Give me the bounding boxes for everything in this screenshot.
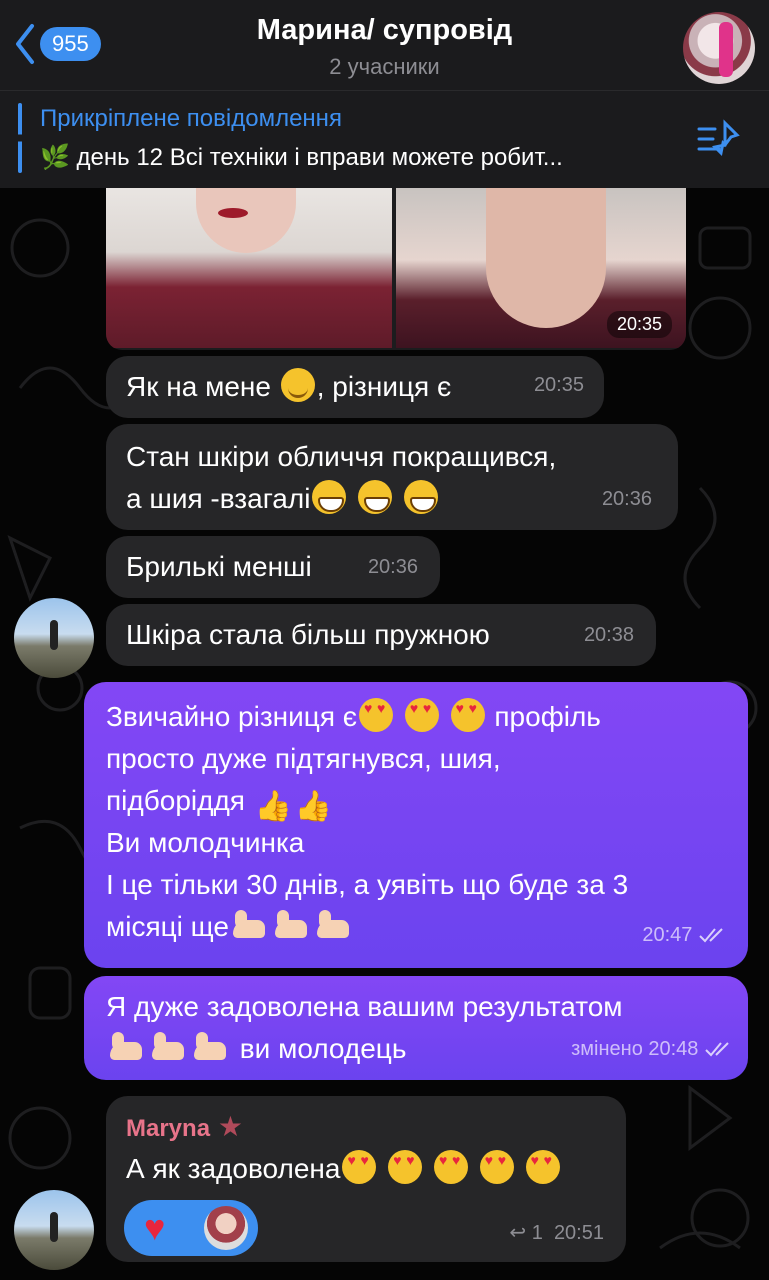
message-text: місяці ще (106, 911, 229, 942)
face-shape (196, 188, 296, 253)
sender-avatar[interactable] (14, 1190, 94, 1270)
outgoing-message[interactable]: Звичайно різниця є профіль просто дуже п… (84, 682, 748, 968)
pin-list-icon[interactable] (697, 119, 741, 159)
message-text: Як на мене (126, 371, 271, 402)
message-text: просто дуже підтягнувся, шия, (106, 743, 501, 774)
message-text: Я дуже задоволена вашим результатом (106, 991, 623, 1022)
outgoing-message[interactable]: Я дуже задоволена вашим результатом ви м… (84, 976, 748, 1080)
muscle-emoji-icon (108, 1030, 146, 1064)
muscle-emoji-icon (273, 908, 311, 942)
chat-header: 955 Марина/ супровід 2 учасники (0, 0, 769, 90)
heart-icon: ♥ (144, 1207, 166, 1248)
lips-shape (218, 208, 248, 218)
photo-before[interactable] (106, 188, 392, 348)
heart-eyes-emoji-icon (359, 698, 394, 732)
message-text: підборіддя (106, 785, 245, 816)
muscle-emoji-icon (231, 908, 269, 942)
message-status: 20:47 (642, 914, 728, 956)
message-text: А як задоволена (126, 1153, 341, 1184)
heart-eyes-emoji-icon (404, 698, 439, 732)
sender-avatar[interactable] (14, 598, 94, 678)
heart-eyes-emoji-icon (525, 1150, 560, 1184)
message-text: , різниця є (316, 371, 452, 402)
double-check-icon (699, 928, 723, 943)
muscle-emoji-icon (315, 908, 353, 942)
photo-message[interactable]: 20:35 (106, 188, 686, 350)
message-text: Стан шкіри обличчя покращився, (126, 441, 557, 472)
pinned-message-bar[interactable]: Прикріплене повідомлення 🌿 день 12 Всі т… (0, 90, 769, 188)
incoming-message[interactable]: Як на мене , різниця є 20:35 (106, 356, 604, 418)
reaction-pill[interactable]: ♥ (124, 1200, 258, 1256)
muscle-emoji-icon (192, 1030, 230, 1064)
reply-count: 1 (531, 1222, 543, 1244)
grin-emoji-icon (403, 480, 438, 514)
double-check-icon (705, 1042, 729, 1057)
message-time: 20:36 (601, 488, 652, 510)
grin-emoji-icon (358, 480, 393, 514)
pinned-label: Прикріплене повідомлення (40, 105, 342, 132)
heart-eyes-emoji-icon (434, 1150, 468, 1184)
message-time: 20:35 (533, 374, 584, 396)
muscle-emoji-icon (150, 1030, 188, 1064)
chat-avatar[interactable] (683, 12, 755, 84)
reply-arrow-icon: ↩ (509, 1222, 527, 1244)
message-time: 20:47 (642, 924, 693, 946)
grin-emoji-icon (312, 480, 347, 514)
message-text: Шкіра стала більш пружною (126, 619, 490, 650)
star-icon: ★ (217, 1111, 243, 1142)
reply-thread[interactable]: ↩ 1 20:51 (509, 1212, 604, 1254)
message-text: І це тільки 30 днів, а уявіть що буде за… (106, 869, 629, 900)
heart-eyes-emoji-icon (450, 698, 485, 732)
message-text: Ви молодчинка (106, 827, 305, 858)
reactor-avatar (204, 1206, 248, 1250)
smile-emoji-icon (280, 368, 315, 402)
thumbs-up-emoji-icon: 👍 (254, 790, 293, 823)
message-text: Брилькі менші (126, 551, 312, 582)
message-text: Звичайно різниця є (106, 701, 358, 732)
message-time: 20:51 (553, 1222, 604, 1244)
sender-name[interactable]: Maryna (126, 1115, 210, 1142)
incoming-message[interactable]: Стан шкіри обличчя покращився, а шия -вз… (106, 424, 678, 530)
heart-eyes-emoji-icon (388, 1150, 423, 1184)
message-time: змінено 20:48 (571, 1038, 699, 1060)
message-text: профіль (494, 701, 601, 732)
thumbs-up-emoji-icon: 👍 (294, 790, 333, 823)
message-status: змінено 20:48 (571, 1028, 734, 1070)
pinned-text: 🌿 день 12 Всі техніки і вправи можете ро… (40, 144, 563, 171)
chat-subtitle: 2 учасники (329, 54, 440, 79)
incoming-message[interactable]: Шкіра стала більш пружною 20:38 (106, 604, 656, 666)
neck-shape (486, 188, 606, 328)
message-time: 20:35 (606, 311, 672, 338)
heart-eyes-emoji-icon (342, 1150, 377, 1184)
message-time: 20:36 (367, 556, 418, 578)
incoming-message[interactable]: Брилькі менші 20:36 (106, 536, 440, 598)
incoming-message[interactable]: Maryna ★ А як задоволена ♥ ↩ 1 20:51 (106, 1096, 626, 1262)
message-text: а шия -взагалі (126, 483, 311, 514)
chat-title[interactable]: Марина/ супровід (0, 14, 769, 47)
message-text: ви молодець (239, 1033, 407, 1064)
pinned-indicator (18, 103, 22, 173)
message-time: 20:38 (583, 624, 634, 646)
heart-eyes-emoji-icon (479, 1150, 514, 1184)
